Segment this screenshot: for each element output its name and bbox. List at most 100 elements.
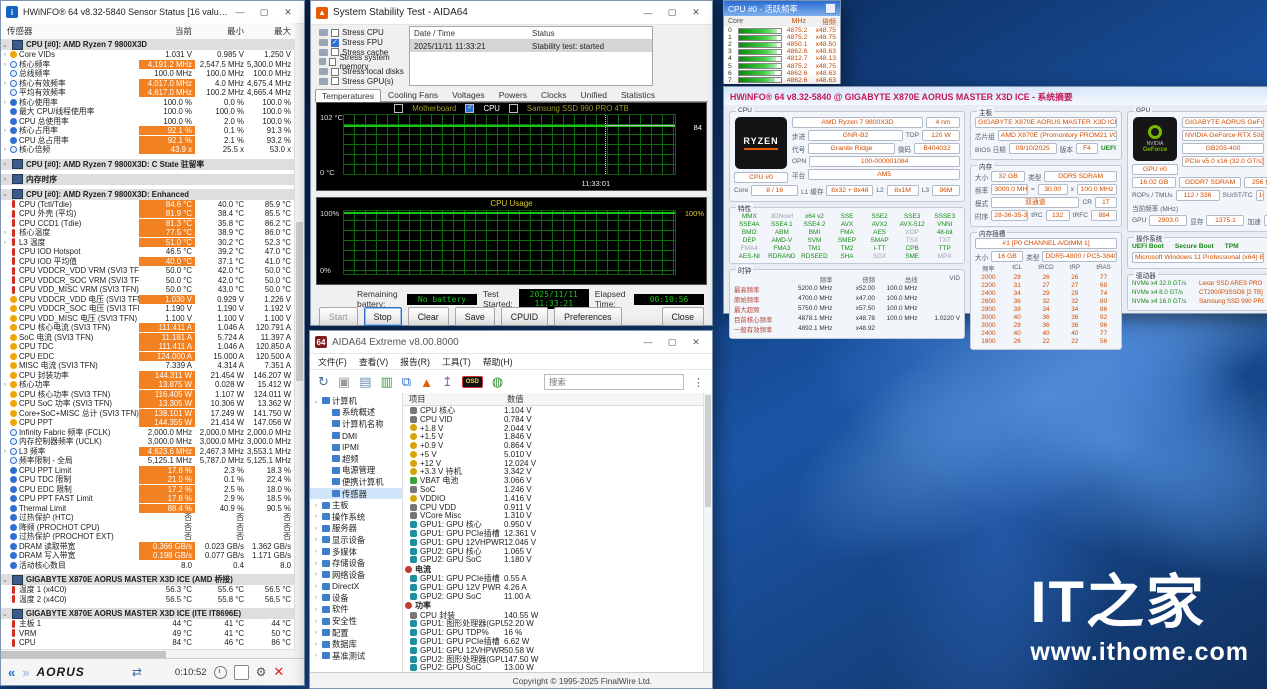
sensor-row[interactable]: ›L3 温度51.0 °C30.2 °C52.3 °C xyxy=(1,238,295,248)
value-row[interactable]: GPU2: GPU 核心1.065 V xyxy=(403,547,712,556)
forward-icon[interactable]: » xyxy=(22,666,29,679)
legend-checkbox[interactable] xyxy=(509,104,518,113)
report-icon[interactable]: ▤ xyxy=(359,374,371,390)
sensor-row[interactable]: 主板 144 °C41 °C44 °C xyxy=(1,619,295,629)
back-icon[interactable]: « xyxy=(8,666,15,679)
gpu-selector[interactable]: GPU #0 xyxy=(1132,164,1178,175)
tab-statistics[interactable]: Statistics xyxy=(614,88,662,101)
sensor-row[interactable]: CPU VDDCR_SOC VRM (SVI3 TFN)50.0 °C42.0 … xyxy=(1,276,295,286)
stress-option[interactable]: Stress GPU(s) xyxy=(319,76,407,86)
checkbox[interactable] xyxy=(331,68,339,76)
sidebar-item-存储设备[interactable]: ›存储设备 xyxy=(310,557,402,569)
sidebar-item-服务器[interactable]: ›服务器 xyxy=(310,523,402,535)
expand-icon[interactable]: › xyxy=(312,641,320,648)
vertical-scrollbar[interactable] xyxy=(703,393,712,673)
cpu-selector[interactable]: CPU #0 xyxy=(734,172,788,183)
settings-gear-icon[interactable]: ⚙ xyxy=(256,665,267,679)
sidebar-item-DirectX[interactable]: ›DirectX xyxy=(310,581,402,593)
vertical-scrollbar[interactable] xyxy=(294,39,304,650)
drive-row[interactable]: NVMe x4 16.0 GT/sSamsung SSD 990 PRO 4TB… xyxy=(1132,298,1264,305)
tab-cooling-fans[interactable]: Cooling Fans xyxy=(381,88,445,101)
expand-icon[interactable]: ⌄ xyxy=(1,610,9,618)
refresh-icon[interactable]: ↻ xyxy=(318,374,329,390)
sensor-row[interactable]: CPU84 °C46 °C86 °C xyxy=(1,638,295,648)
sidebar-item-传感器[interactable]: 传感器 xyxy=(310,488,402,500)
expand-icon[interactable]: ⌄ xyxy=(1,41,9,49)
expand-icon[interactable]: › xyxy=(312,571,320,578)
close-icon[interactable] xyxy=(825,3,836,14)
exit-icon[interactable]: ✕ xyxy=(273,664,284,680)
sidebar-item-电源管理[interactable]: 电源管理 xyxy=(310,465,402,477)
sensor-group-row[interactable]: ⌄CPU [#0]: AMD Ryzen 7 9800X3D: Enhanced xyxy=(1,189,295,200)
legend-checkbox[interactable] xyxy=(394,104,403,113)
value-row[interactable]: CPU VDD0.911 V xyxy=(403,503,712,512)
minimize-icon[interactable]: — xyxy=(637,334,659,350)
sidebar-item-网络设备[interactable]: ›网络设备 xyxy=(310,569,402,581)
close-icon[interactable]: ✕ xyxy=(277,4,299,20)
close-icon[interactable]: ✕ xyxy=(685,334,707,350)
sidebar-item-计算机[interactable]: ⌄计算机 xyxy=(310,395,402,407)
swap-panels-icon[interactable]: ⇄ xyxy=(132,665,142,679)
menu-item[interactable]: 工具(T) xyxy=(442,355,471,368)
expand-icon[interactable]: › xyxy=(1,161,9,168)
checkbox[interactable] xyxy=(331,77,339,85)
maximize-icon[interactable]: ▢ xyxy=(253,4,275,20)
sensor-row[interactable]: SoC 电流 (SVI3 TFN)11.181 A5.724 A11.397 A xyxy=(1,333,295,343)
drive-row[interactable]: NVMe x4 8.0 GT/sCT2000P3SSD8 [2 TB] xyxy=(1132,289,1264,296)
expand-icon[interactable]: › xyxy=(312,525,320,532)
expand-icon[interactable]: › xyxy=(1,381,9,388)
sidebar-item-DMI[interactable]: DMI xyxy=(310,430,402,442)
sidebar-item-IPMI[interactable]: IPMI xyxy=(310,441,402,453)
sensor-row[interactable]: CPU PPT FAST Limit17.8 %2.9 %18.5 % xyxy=(1,494,295,504)
sidebar-item-配置[interactable]: ›配置 xyxy=(310,627,402,639)
sidebar-item-软件[interactable]: ›软件 xyxy=(310,604,402,616)
sidebar-item-便携计算机[interactable]: 便携计算机 xyxy=(310,476,402,488)
scrollbar-thumb[interactable] xyxy=(1,651,166,658)
value-row[interactable]: GPU1: GPU PCIe插槽6.62 W xyxy=(403,637,712,646)
legend-checkbox[interactable]: ✓ xyxy=(465,104,474,113)
tab-unified[interactable]: Unified xyxy=(574,88,614,101)
stop-icon[interactable]: ▣ xyxy=(338,374,350,390)
expand-icon[interactable]: › xyxy=(1,127,9,134)
cpuid-button[interactable]: CPUID xyxy=(501,307,548,326)
sidebar-item-操作系统[interactable]: ›操作系统 xyxy=(310,511,402,523)
sensor-row[interactable]: VRM49 °C41 °C50 °C xyxy=(1,629,295,639)
tab-temperatures[interactable]: Temperatures xyxy=(315,89,381,102)
report-icon[interactable] xyxy=(234,665,249,680)
value-row[interactable]: GPU1: GPU 12V PWR4.26 A xyxy=(403,583,712,592)
menu-item[interactable]: 帮助(H) xyxy=(483,355,513,368)
value-row[interactable]: GPU2: GPU SoC11.00 A xyxy=(403,592,712,601)
menu-item[interactable]: 报告(R) xyxy=(400,355,430,368)
sidebar-item-数据库[interactable]: ›数据库 xyxy=(310,638,402,650)
menu-item[interactable]: 查看(V) xyxy=(359,355,388,368)
search-input[interactable] xyxy=(544,374,684,390)
value-row[interactable]: VDDIO1.416 V xyxy=(403,494,712,503)
aida64-titlebar[interactable]: 64 AIDA64 Extreme v8.00.8000 — ▢ ✕ xyxy=(310,331,712,354)
value-row[interactable]: SoC1.246 V xyxy=(403,485,712,494)
clear-button[interactable]: Clear xyxy=(408,307,449,326)
globe-icon[interactable]: ◍ xyxy=(492,374,503,390)
stress-option[interactable]: ✓Stress FPU xyxy=(319,38,407,48)
sidebar-item-超频[interactable]: 超频 xyxy=(310,453,402,465)
checkbox[interactable] xyxy=(331,29,339,37)
tab-powers[interactable]: Powers xyxy=(492,88,534,101)
summary-titlebar[interactable]: HWiNFO® 64 v8.32-5840 @ GIGABYTE X870E A… xyxy=(724,87,1267,105)
sensor-row[interactable]: ›核心倍频43.9 x25.5 x53.0 x xyxy=(1,145,295,155)
value-row[interactable]: VBAT 电池3.066 V xyxy=(403,476,712,485)
sensor-row[interactable]: 频率限制 - 全局5,125.1 MHz5,787.0 MHz5,125.1 M… xyxy=(1,456,295,466)
expand-icon[interactable]: › xyxy=(1,61,9,68)
maximize-icon[interactable]: ▢ xyxy=(661,5,683,21)
expand-icon[interactable]: › xyxy=(1,239,9,246)
save-button[interactable]: Save xyxy=(455,307,495,326)
value-row[interactable]: CPU 核心1.104 V xyxy=(403,406,712,415)
expand-icon[interactable]: › xyxy=(1,51,9,58)
stability-titlebar[interactable]: ▲ System Stability Test - AIDA64 — ▢ ✕ xyxy=(311,1,712,25)
start-button[interactable]: Start xyxy=(319,307,358,326)
sidebar-item-系统概述[interactable]: 系统概述 xyxy=(310,407,402,419)
expand-icon[interactable]: › xyxy=(312,606,320,613)
value-row[interactable]: GPU2: GPU SoC1.180 V xyxy=(403,556,712,565)
expand-icon[interactable]: ⌄ xyxy=(1,576,9,584)
stress-option[interactable]: Stress system memory xyxy=(319,57,407,67)
value-row[interactable]: GPU2: 图形处理器(GPU)147.50 W xyxy=(403,655,712,664)
sidebar-item-计算机名称[interactable]: 计算机名称 xyxy=(310,418,402,430)
